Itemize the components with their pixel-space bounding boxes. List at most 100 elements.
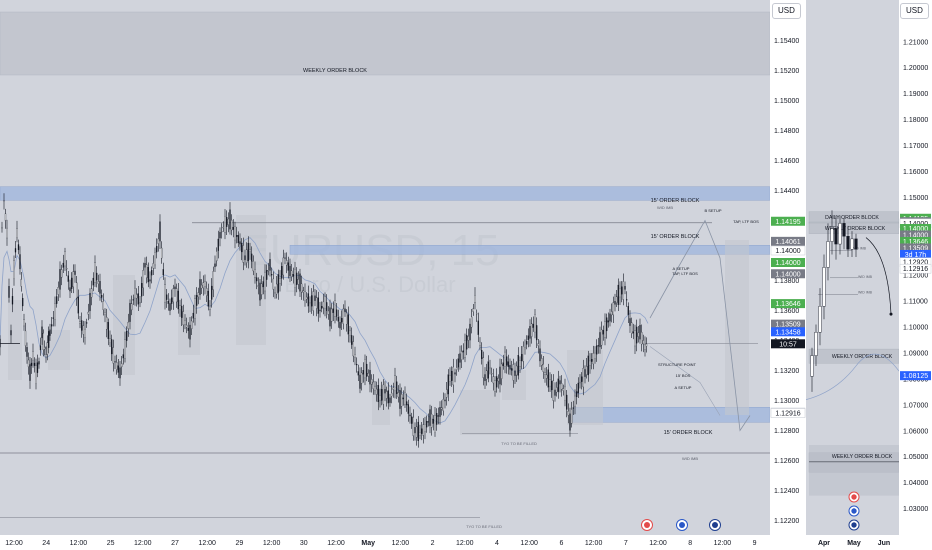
daily-candle-body: [818, 306, 822, 333]
candle-body: [601, 329, 603, 346]
candle-body: [517, 355, 519, 376]
candle-body: [132, 299, 134, 301]
daily-annotation-daily-order-block: DAILY ORDER BLOCK: [825, 215, 879, 221]
candle-body: [17, 244, 20, 251]
price-label-badge: 1.14000: [770, 245, 806, 256]
candle-body: [256, 277, 258, 282]
time-tick-label: 12:00: [5, 540, 23, 547]
main-chart[interactable]: EURUSD, 15Euro / U.S. DollarWEEKLY ORDER…: [0, 0, 806, 550]
candle-body: [311, 295, 313, 307]
time-tick-label: 12:00: [198, 540, 216, 547]
candle-body: [559, 380, 561, 385]
candle-body: [87, 311, 89, 315]
candle-body: [171, 297, 173, 304]
candle-body: [52, 317, 54, 319]
candle-body: [146, 264, 148, 279]
candle-body: [112, 347, 114, 364]
candle-body: [254, 269, 256, 278]
annotation-15-order-block-mid: 15' ORDER BLOCK: [651, 234, 700, 240]
candle-body: [366, 363, 368, 377]
candle-body: [234, 226, 236, 241]
candle-body: [182, 311, 184, 326]
candle-body: [327, 310, 329, 315]
candle-body: [24, 330, 27, 346]
candle-body: [321, 306, 323, 309]
candle-body: [476, 313, 478, 315]
time-tick-label: 12:00: [714, 540, 732, 547]
candle-body: [549, 379, 551, 387]
price-label-badge: 1.14195: [771, 216, 805, 226]
candle-body: [396, 381, 398, 394]
candle-body: [381, 389, 383, 401]
candle-body: [127, 321, 129, 329]
candle-body: [561, 383, 563, 390]
candle-body: [407, 404, 409, 414]
candle-body: [39, 345, 42, 351]
candle-body: [431, 413, 433, 428]
candle-body: [221, 231, 223, 233]
price-label-text: 1.14000: [775, 248, 800, 255]
candle-body: [454, 372, 456, 375]
candle-body: [11, 296, 14, 305]
candle-body: [302, 290, 304, 293]
daily-candle-body: [830, 228, 834, 242]
candle-body: [402, 397, 404, 400]
candle-body: [557, 378, 559, 392]
daily-currency-button[interactable]: USD: [900, 3, 929, 19]
candle-body: [172, 288, 174, 302]
price-tick-label: 1.14600: [774, 158, 799, 165]
candle-body: [512, 364, 514, 381]
daily-chart[interactable]: DAILY ORDER BLOCK WEEKLY ORDER BLOCK WEEKL…: [806, 0, 932, 550]
candle-body: [424, 424, 426, 432]
price-tick-label: 1.12400: [774, 488, 799, 495]
candle-body: [54, 303, 56, 320]
daily-price-tick-label: 1.16000: [903, 169, 928, 176]
candle-body: [387, 390, 389, 404]
candle-body: [309, 302, 311, 305]
candle-body: [392, 387, 394, 390]
range-box-6: [460, 390, 500, 435]
event-icon-dot-1: [679, 522, 685, 528]
candle-body: [96, 272, 98, 281]
candle-body: [479, 341, 481, 346]
currency-button[interactable]: USD: [772, 3, 801, 19]
candle-body: [239, 241, 241, 245]
candle-body: [584, 369, 586, 377]
time-tick-label: 12:00: [520, 540, 538, 547]
candle-body: [621, 286, 623, 295]
candle-body: [576, 391, 578, 398]
candle-body: [117, 365, 119, 373]
time-tick-label: 2: [431, 540, 435, 547]
candle-body: [179, 305, 181, 310]
daily-projection-end: [889, 312, 893, 316]
candle-body: [46, 342, 48, 355]
candle-body: [432, 418, 434, 424]
candle-body: [76, 282, 78, 299]
candle-body: [241, 242, 243, 253]
candle-body: [386, 391, 388, 399]
candle-body: [257, 285, 259, 287]
candle-body: [511, 368, 513, 371]
candle-body: [102, 301, 104, 310]
candle-body: [267, 270, 269, 272]
candle-body: [419, 432, 421, 436]
daily-lower-zone: [809, 445, 899, 496]
candle-body: [207, 290, 209, 307]
candle-body: [551, 380, 553, 391]
candle-body: [33, 362, 36, 366]
candle-body: [20, 279, 22, 287]
candle-body: [27, 359, 30, 367]
daily-currency-label: USD: [906, 6, 923, 15]
candle-body: [519, 360, 521, 367]
candle-body: [459, 353, 461, 363]
price-label-badge: 1.14061: [771, 236, 805, 246]
candle-body: [376, 388, 378, 395]
candle-body: [259, 282, 261, 301]
candle-body: [154, 252, 156, 266]
candle-body: [8, 285, 10, 298]
candle-body: [526, 341, 528, 345]
daily-candle-body: [842, 223, 846, 237]
range-box-0: [8, 300, 22, 380]
candle-body: [342, 308, 344, 324]
candle-body: [289, 265, 291, 277]
